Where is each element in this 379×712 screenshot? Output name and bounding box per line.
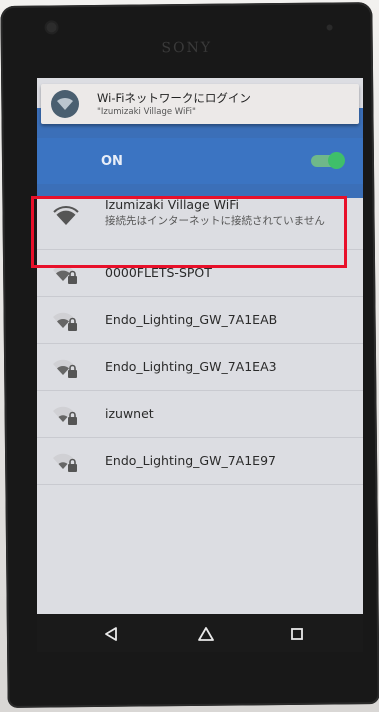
wifi-lock-icon [53,453,77,472]
phone-top-bezel: SONY [0,2,373,86]
navigation-bar [37,614,363,652]
wifi-signal-icon [53,206,79,225]
network-row-endo-7a1eab[interactable]: Endo_Lighting_GW_7A1EAB [37,297,363,344]
network-row-0000flets[interactable]: 0000FLETS-SPOT [37,250,363,297]
network-row-izumizaki[interactable]: Izumizaki Village WiFi 接続先はインターネットに接続されて… [37,184,363,250]
network-ssid: izuwnet [105,406,154,421]
toggle-knob [328,152,345,169]
network-row-endo-7a1ea3[interactable]: Endo_Lighting_GW_7A1EA3 [37,344,363,391]
photo-background: SONY Wi-Fiネットワークにログイン "Izumizaki Village… [0,0,379,712]
device-brand: SONY [161,39,213,57]
wifi-lock-icon [53,359,77,378]
back-triangle-icon[interactable] [99,622,123,646]
network-ssid: Endo_Lighting_GW_7A1EAB [105,312,278,327]
network-row-endo-7a1e97[interactable]: Endo_Lighting_GW_7A1E97 [37,438,363,485]
wifi-lock-icon [53,312,77,331]
notification-subtitle: "Izumizaki Village WiFi" [97,107,196,117]
network-ssid: 0000FLETS-SPOT [105,265,212,280]
recents-square-icon[interactable] [285,622,309,646]
wifi-lock-icon [53,406,77,425]
wifi-icon [51,90,79,118]
home-icon[interactable] [194,622,218,646]
wifi-toggle-label: ON [101,154,123,169]
network-list: Izumizaki Village WiFi 接続先はインターネットに接続されて… [37,184,363,485]
front-camera-icon [46,22,57,33]
notification-title: Wi-Fiネットワークにログイン [97,91,251,105]
login-notification[interactable]: Wi-Fiネットワークにログイン "Izumizaki Village WiFi… [41,84,359,124]
network-ssid: Izumizaki Village WiFi [105,197,239,212]
network-ssid: Endo_Lighting_GW_7A1EA3 [105,359,277,374]
network-ssid: Endo_Lighting_GW_7A1E97 [105,453,276,468]
wifi-settings-screen: Wi-Fiネットワークにログイン "Izumizaki Village WiFi… [37,78,363,614]
network-row-izuwnet[interactable]: izuwnet [37,391,363,438]
network-status: 接続先はインターネットに接続されていません [105,215,325,227]
wifi-lock-icon [53,265,77,284]
wifi-toggle-switch[interactable] [311,152,345,169]
wifi-toggle-bar[interactable]: ON [37,138,363,184]
proximity-sensor-icon [326,24,333,31]
